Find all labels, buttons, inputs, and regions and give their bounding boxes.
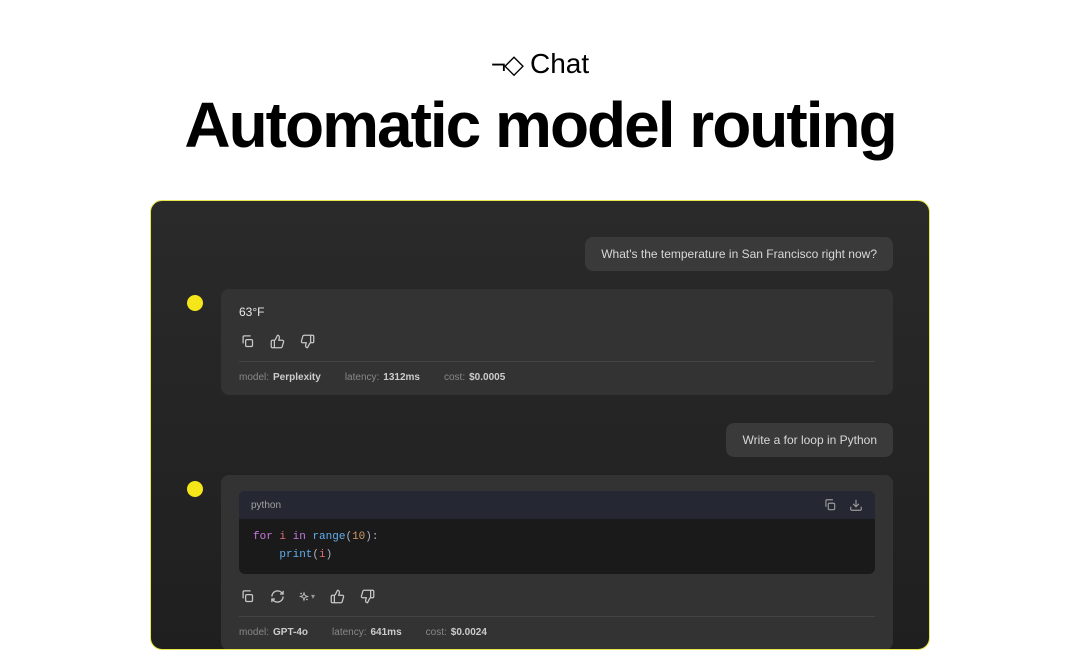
user-message-bubble: What's the temperature in San Francisco … xyxy=(585,237,893,271)
user-message-bubble: Write a for loop in Python xyxy=(726,423,893,457)
meta-latency: latency: 641ms xyxy=(332,627,402,638)
code-content: for i in range(10): print(i) xyxy=(239,519,875,574)
page-header: ¬◇ Chat Automatic model routing xyxy=(0,0,1080,162)
meta-cost: cost: $0.0024 xyxy=(426,627,487,638)
meta-row: model: GPT-4o latency: 641ms cost: $0.00… xyxy=(239,627,875,638)
thumbs-down-icon[interactable] xyxy=(359,588,375,604)
page-title: Automatic model routing xyxy=(0,88,1080,162)
copy-icon[interactable] xyxy=(239,333,255,349)
code-line: for i in range(10): xyxy=(253,529,861,547)
meta-latency-label: latency: xyxy=(345,372,379,383)
meta-model-value: Perplexity xyxy=(273,372,321,383)
meta-row: model: Perplexity latency: 1312ms cost: … xyxy=(239,372,875,383)
meta-cost-value: $0.0024 xyxy=(451,627,487,638)
assistant-card: 63°F model: Perplexity latency: xyxy=(221,289,893,395)
chevron-down-icon: ▾ xyxy=(311,592,315,601)
actions-row xyxy=(239,333,875,362)
logo-symbols: ¬◇ xyxy=(491,49,522,80)
assistant-avatar xyxy=(187,481,203,497)
assistant-card: python for i in range(10): print(i) xyxy=(221,475,893,650)
user-message-row: Write a for loop in Python xyxy=(187,423,893,457)
meta-cost-value: $0.0005 xyxy=(469,372,505,383)
meta-model-value: GPT-4o xyxy=(273,627,308,638)
assistant-row: python for i in range(10): print(i) xyxy=(187,475,893,650)
code-line: print(i) xyxy=(253,547,861,565)
copy-icon[interactable] xyxy=(239,588,255,604)
meta-cost-label: cost: xyxy=(444,372,465,383)
thumbs-down-icon[interactable] xyxy=(299,333,315,349)
thumbs-up-icon[interactable] xyxy=(269,333,285,349)
thumbs-up-icon[interactable] xyxy=(329,588,345,604)
meta-latency-value: 641ms xyxy=(371,627,402,638)
regenerate-icon[interactable] xyxy=(269,588,285,604)
meta-cost: cost: $0.0005 xyxy=(444,372,505,383)
chat-label-row: ¬◇ Chat xyxy=(0,48,1080,80)
code-block: python for i in range(10): print(i) xyxy=(239,491,875,574)
download-code-icon[interactable] xyxy=(849,498,863,512)
meta-latency: latency: 1312ms xyxy=(345,372,420,383)
chat-label: Chat xyxy=(530,48,589,80)
meta-latency-value: 1312ms xyxy=(383,372,420,383)
code-header: python xyxy=(239,491,875,519)
meta-cost-label: cost: xyxy=(426,627,447,638)
code-header-actions xyxy=(823,498,863,512)
meta-model: model: GPT-4o xyxy=(239,627,308,638)
chat-window: What's the temperature in San Francisco … xyxy=(150,200,930,650)
assistant-answer-text: 63°F xyxy=(239,305,875,319)
assistant-avatar xyxy=(187,295,203,311)
sparkle-icon[interactable]: ▾ xyxy=(299,588,315,604)
meta-latency-label: latency: xyxy=(332,627,366,638)
copy-code-icon[interactable] xyxy=(823,498,837,512)
user-message-row: What's the temperature in San Francisco … xyxy=(187,237,893,271)
actions-row: ▾ xyxy=(239,588,875,617)
meta-model: model: Perplexity xyxy=(239,372,321,383)
meta-model-label: model: xyxy=(239,627,269,638)
assistant-row: 63°F model: Perplexity latency: xyxy=(187,289,893,395)
meta-model-label: model: xyxy=(239,372,269,383)
code-language-label: python xyxy=(251,500,281,511)
